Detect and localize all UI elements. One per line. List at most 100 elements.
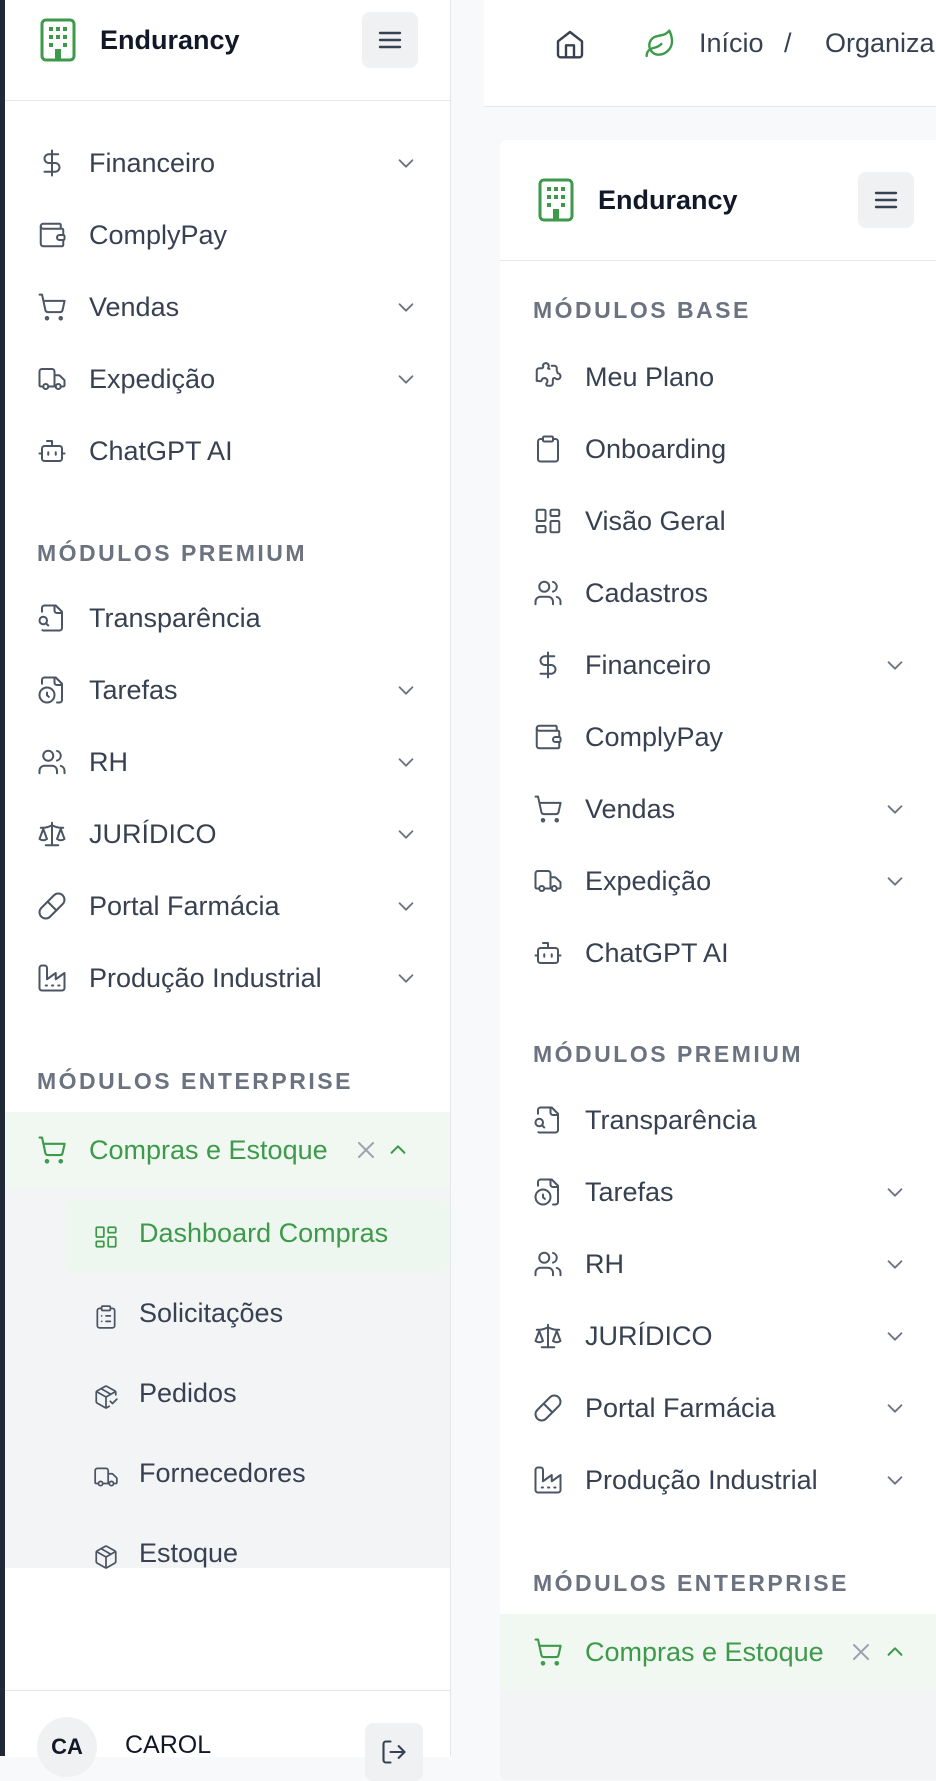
sidebar-item-onboarding[interactable]: Onboarding	[533, 419, 906, 479]
puzzle-icon	[533, 362, 563, 392]
logout-icon	[380, 1738, 408, 1766]
truck-icon	[37, 364, 67, 394]
scale-icon	[533, 1321, 563, 1351]
brand-name: Endurancy	[100, 24, 240, 55]
sidebar-item-juridico[interactable]: JURÍDICO	[533, 1306, 906, 1366]
breadcrumb-home[interactable]: Início	[699, 28, 764, 59]
panel-brand[interactable]: Endurancy	[538, 178, 738, 222]
submenu-item-solicitacoes[interactable]: Solicitações	[93, 1286, 433, 1346]
sidebar-item-financeiro[interactable]: Financeiro	[37, 133, 417, 193]
building-logo-icon	[538, 178, 574, 222]
submenu-item-estoque[interactable]: Estoque	[93, 1526, 433, 1586]
submenu-item-dashboard-compras[interactable]: Dashboard Compras	[93, 1206, 433, 1266]
sidebar-item-cadastros[interactable]: Cadastros	[533, 563, 906, 623]
chevron-up-icon[interactable]	[387, 1139, 409, 1161]
chevron-down-icon[interactable]	[884, 798, 906, 820]
sidebar-item-juridico[interactable]: JURÍDICO	[37, 804, 417, 864]
sidebar-item-label: Onboarding	[585, 433, 727, 464]
submenu-item-label: Estoque	[139, 1538, 239, 1568]
sidebar-item-complypay[interactable]: ComplyPay	[37, 205, 417, 265]
section-title-enterprise: MÓDULOS ENTERPRISE	[37, 1068, 353, 1094]
menu-toggle-button[interactable]	[362, 12, 418, 68]
chevron-down-icon[interactable]	[884, 1469, 906, 1491]
file-clock-icon	[37, 675, 67, 705]
sidebar-item-visao-geral[interactable]: Visão Geral	[533, 491, 906, 551]
hamburger-icon	[872, 186, 900, 214]
chevron-down-icon[interactable]	[395, 368, 417, 390]
sidebar-item-producao-industrial[interactable]: Produção Industrial	[37, 948, 417, 1008]
factory-icon	[37, 963, 67, 993]
chevron-up-icon[interactable]	[884, 1641, 906, 1663]
section-title-premium: MÓDULOS PREMIUM	[37, 540, 308, 566]
chevron-down-icon[interactable]	[395, 967, 417, 989]
file-clock-icon	[533, 1177, 563, 1207]
sidebar-item-compras-estoque[interactable]: Compras e Estoque	[5, 1112, 450, 1188]
submenu-item-label: Fornecedores	[139, 1458, 306, 1488]
sidebar-item-rh[interactable]: RH	[533, 1234, 906, 1294]
panel-menu-toggle-button[interactable]	[858, 172, 914, 228]
logout-button[interactable]	[365, 1723, 423, 1781]
layout-dashboard-icon	[93, 1224, 119, 1250]
chevron-down-icon[interactable]	[884, 1181, 906, 1203]
submenu-item-pedidos[interactable]: Pedidos	[93, 1366, 433, 1426]
home-icon[interactable]	[554, 28, 586, 60]
wallet-icon	[37, 220, 67, 250]
chevron-down-icon[interactable]	[884, 870, 906, 892]
submenu-item-fornecedores[interactable]: Fornecedores	[93, 1446, 433, 1506]
users-icon	[533, 578, 563, 608]
chevron-down-icon[interactable]	[395, 296, 417, 318]
sidebar-item-vendas[interactable]: Vendas	[533, 779, 906, 839]
submenu-item-label: Solicitações	[139, 1298, 284, 1328]
sidebar-item-label: JURÍDICO	[585, 1320, 713, 1351]
sidebar-item-label: ChatGPT AI	[585, 937, 729, 968]
sidebar-item-transparencia[interactable]: Transparência	[533, 1090, 906, 1150]
chevron-down-icon[interactable]	[884, 1325, 906, 1347]
chevron-down-icon[interactable]	[395, 152, 417, 174]
sidebar-item-label: Produção Industrial	[89, 962, 322, 993]
chevron-down-icon[interactable]	[395, 823, 417, 845]
brand[interactable]: Endurancy	[40, 18, 240, 62]
brand-name: Endurancy	[598, 184, 738, 215]
sidebar-item-tarefas[interactable]: Tarefas	[533, 1162, 906, 1222]
chevron-down-icon[interactable]	[395, 895, 417, 917]
sidebar-item-label: ComplyPay	[89, 219, 228, 250]
sidebar-item-tarefas[interactable]: Tarefas	[37, 660, 417, 720]
sidebar-item-label: Vendas	[585, 793, 676, 824]
chevron-down-icon[interactable]	[884, 654, 906, 676]
breadcrumb-current[interactable]: Organiza	[825, 28, 935, 59]
close-icon[interactable]	[354, 1138, 378, 1162]
sidebar-item-producao-industrial[interactable]: Produção Industrial	[533, 1450, 906, 1510]
sidebar-item-rh[interactable]: RH	[37, 732, 417, 792]
sidebar-item-portal-farmacia[interactable]: Portal Farmácia	[533, 1378, 906, 1438]
sidebar-item-chatgpt-ai[interactable]: ChatGPT AI	[37, 421, 417, 481]
sidebar-item-compras-estoque[interactable]: Compras e Estoque	[500, 1614, 936, 1690]
sidebar-item-meu-plano[interactable]: Meu Plano	[533, 347, 906, 407]
close-icon[interactable]	[849, 1640, 873, 1664]
chevron-down-icon[interactable]	[395, 679, 417, 701]
sidebar-item-expedicao[interactable]: Expedição	[533, 851, 906, 911]
pill-icon	[533, 1393, 563, 1423]
sidebar-item-label: Financeiro	[585, 649, 712, 680]
sidebar-item-label: RH	[89, 746, 128, 777]
sidebar-item-expedicao[interactable]: Expedição	[37, 349, 417, 409]
sidebar-item-chatgpt-ai[interactable]: ChatGPT AI	[533, 923, 906, 983]
cart-icon	[533, 1637, 563, 1667]
sidebar: Endurancy Financeiro ComplyPay Vendas Exped…	[5, 0, 451, 1756]
sidebar-item-transparencia[interactable]: Transparência	[37, 588, 417, 648]
sidebar-item-label: Transparência	[89, 602, 261, 633]
chevron-down-icon[interactable]	[884, 1253, 906, 1275]
sidebar-item-financeiro[interactable]: Financeiro	[533, 635, 906, 695]
sidebar-item-label: Compras e Estoque	[89, 1134, 328, 1165]
sidebar-item-label: JURÍDICO	[89, 818, 217, 849]
sidebar-item-complypay[interactable]: ComplyPay	[533, 707, 906, 767]
top-bar: Início / Organiza	[484, 0, 936, 107]
chevron-down-icon[interactable]	[884, 1397, 906, 1419]
sidebar-item-label: Cadastros	[585, 577, 709, 608]
package-icon	[93, 1544, 119, 1570]
sidebar-item-vendas[interactable]: Vendas	[37, 277, 417, 337]
cart-icon	[37, 1135, 67, 1165]
chevron-down-icon[interactable]	[395, 751, 417, 773]
sidebar-item-portal-farmacia[interactable]: Portal Farmácia	[37, 876, 417, 936]
avatar[interactable]: CA	[37, 1717, 97, 1777]
submenu	[500, 1690, 936, 1780]
